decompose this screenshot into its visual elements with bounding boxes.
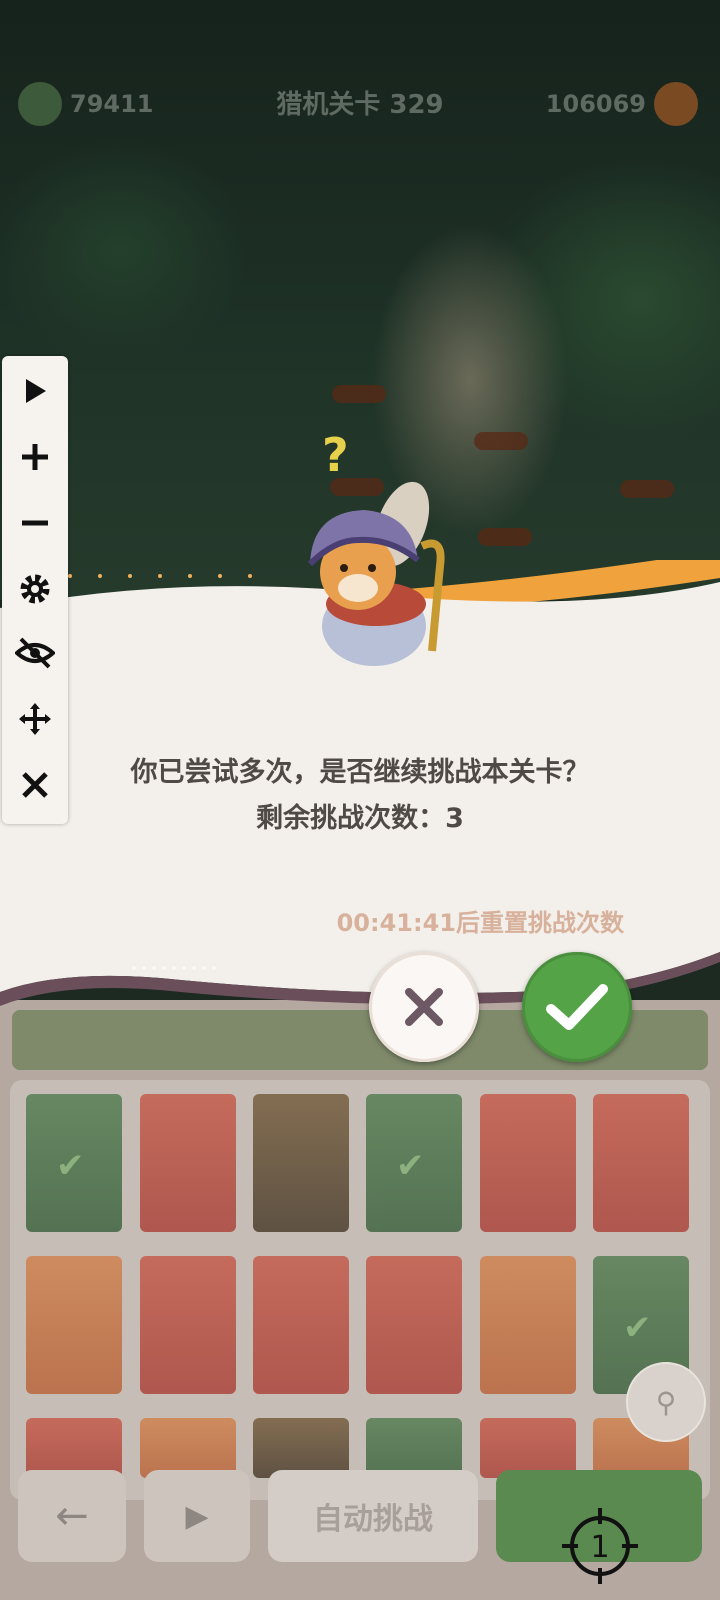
video-button[interactable]: ▶ (144, 1470, 250, 1562)
question-mark-icon: ? (322, 428, 349, 482)
hero-card[interactable] (140, 1094, 236, 1232)
settings-button[interactable] (10, 564, 60, 614)
currency-right: 106069 (546, 82, 698, 126)
check-icon (546, 984, 608, 1030)
enemy-hp-tag (478, 528, 532, 546)
dialog-message-line2: 剩余挑战次数：3 (256, 803, 464, 834)
selected-check-icon: ✔ (623, 1308, 652, 1348)
minus-icon (22, 520, 48, 526)
hero-card-grid: ✔ ✔ ✔ (10, 1080, 710, 1500)
x-icon (405, 988, 443, 1026)
video-icon: ▶ (185, 1498, 209, 1534)
hero-card[interactable] (253, 1094, 349, 1232)
gear-icon (20, 574, 50, 604)
hero-card[interactable] (366, 1256, 462, 1394)
hero-card[interactable] (480, 1094, 576, 1232)
selected-check-icon: ✔ (56, 1146, 85, 1186)
hero-card[interactable]: ✔ (366, 1094, 462, 1232)
crosshair-marker[interactable]: 1 (562, 1508, 638, 1584)
currency-right-value: 106069 (545, 90, 646, 118)
filter-button[interactable]: ⚲ (626, 1362, 706, 1442)
confirm-button[interactable] (522, 952, 632, 1062)
hero-card[interactable] (480, 1256, 576, 1394)
dialog-message-line1: 你已尝试多次，是否继续挑战本关卡？ (130, 757, 590, 788)
hide-button[interactable] (10, 628, 60, 678)
hero-card[interactable] (26, 1256, 122, 1394)
back-button[interactable]: ← (18, 1470, 126, 1562)
cancel-button[interactable] (369, 952, 479, 1062)
eye-off-icon (15, 637, 55, 669)
enemy-hp-tag (620, 480, 674, 498)
auto-challenge-label: 自动挑战 (313, 1502, 433, 1537)
enemy-hp-tag (474, 432, 528, 450)
selected-check-icon: ✔ (396, 1146, 425, 1186)
move-button[interactable] (10, 694, 60, 744)
move-icon (19, 703, 51, 735)
play-button[interactable] (10, 366, 60, 416)
hero-card[interactable] (593, 1094, 689, 1232)
plus-icon (22, 444, 48, 470)
enemy-hp-tag (332, 385, 386, 403)
coin-icon (654, 82, 698, 126)
zoom-out-button[interactable] (10, 498, 60, 548)
play-icon (26, 379, 46, 403)
hero-card[interactable] (140, 1256, 236, 1394)
close-icon (22, 772, 48, 798)
close-toolbar-button[interactable] (10, 760, 60, 810)
crosshair-number: 1 (590, 1530, 609, 1565)
hero-card[interactable] (253, 1256, 349, 1394)
hero-card[interactable]: ✔ (26, 1094, 122, 1232)
dialog-message: 你已尝试多次，是否继续挑战本关卡？ 剩余挑战次数：3 (0, 750, 720, 842)
auto-challenge-button[interactable]: 自动挑战 (268, 1470, 478, 1562)
back-arrow-icon: ← (55, 1493, 89, 1539)
filter-icon: ⚲ (655, 1385, 677, 1419)
floating-toolbar (2, 356, 68, 824)
mascot-character (307, 481, 445, 666)
zoom-in-button[interactable] (10, 432, 60, 482)
reset-countdown-text: 00:41:41后重置挑战次数 (336, 909, 624, 937)
